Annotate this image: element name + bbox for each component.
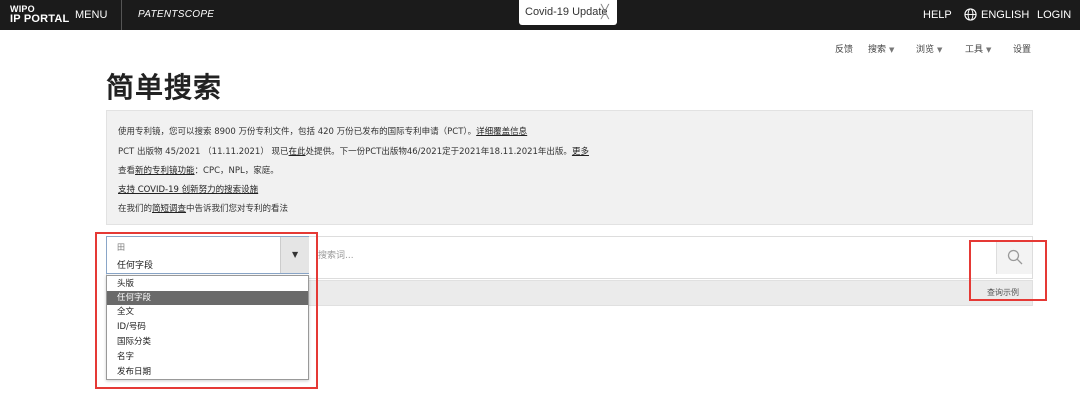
login-link[interactable]: LOGIN xyxy=(1037,9,1071,21)
info-line-5-rest: 中告诉我们您对专利的看法 xyxy=(186,204,289,214)
page-title: 简单搜索 xyxy=(106,71,223,104)
covid-search-link[interactable]: 支持 COVID-19 创新努力的搜索设施 xyxy=(118,185,258,195)
language-selector[interactable]: ENGLISH xyxy=(981,9,1029,21)
nav-browse[interactable]: 浏览 ▼ xyxy=(916,42,942,55)
logo-line-2: IP PORTAL xyxy=(10,13,70,25)
covid-update-label[interactable]: Covid-19 Update xyxy=(525,6,608,18)
here-link[interactable]: 在此 xyxy=(289,147,306,157)
info-line-4: 支持 COVID-19 创新努力的搜索设施 xyxy=(118,183,258,195)
nav-tools-label: 工具 xyxy=(965,45,984,55)
annotation-box-field xyxy=(95,232,318,389)
nav-search[interactable]: 搜索 ▼ xyxy=(868,42,894,55)
chevron-down-icon: ▼ xyxy=(986,46,992,54)
survey-link[interactable]: 简短调查 xyxy=(152,204,186,214)
chevron-down-icon: ▼ xyxy=(889,46,895,54)
annotation-box-search xyxy=(969,240,1047,301)
globe-icon[interactable] xyxy=(964,8,977,21)
info-line-1-text: 使用专利镜，您可以搜索 8900 万份专利文件，包括 420 万份已发布的国际专… xyxy=(118,127,477,137)
new-features-link[interactable]: 新的专利镜功能 xyxy=(135,166,195,176)
patentscope-brand[interactable]: PATENTSCOPE xyxy=(138,9,214,20)
info-line-3: 查看新的专利镜功能：CPC，NPL，家庭。 xyxy=(118,164,279,176)
top-bar: WIPO IP PORTAL MENU PATENTSCOPE Covid-19… xyxy=(0,0,1080,30)
topbar-divider xyxy=(121,0,122,30)
chevron-down-icon: ▼ xyxy=(937,46,943,54)
info-panel: 使用专利镜，您可以搜索 8900 万份专利文件，包括 420 万份已发布的国际专… xyxy=(106,110,1033,225)
close-icon[interactable]: ╳ xyxy=(601,4,609,20)
info-line-2: PCT 出版物 45/2021 （11.11.2021） 现已在此处提供。下一份… xyxy=(118,145,589,157)
covid-update-tab[interactable]: Covid-19 Update ╳ xyxy=(519,0,617,25)
nav-search-label: 搜索 xyxy=(868,45,887,55)
search-input[interactable] xyxy=(318,246,958,266)
info-line-2-text: PCT 出版物 45/2021 （11.11.2021） 现已 xyxy=(118,147,289,157)
wipo-logo[interactable]: WIPO IP PORTAL xyxy=(10,5,69,25)
info-line-3-rest: ：CPC，NPL，家庭。 xyxy=(194,166,279,176)
nav-browse-label: 浏览 xyxy=(916,45,935,55)
more-link[interactable]: 更多 xyxy=(572,147,589,157)
nav-feedback[interactable]: 反馈 xyxy=(835,42,853,55)
info-line-5: 在我们的简短调查中告诉我们您对专利的看法 xyxy=(118,202,288,214)
menu-button[interactable]: MENU xyxy=(75,9,107,21)
help-link[interactable]: HELP xyxy=(923,9,952,21)
info-line-1: 使用专利镜，您可以搜索 8900 万份专利文件，包括 420 万份已发布的国际专… xyxy=(118,125,527,137)
nav-settings[interactable]: 设置 xyxy=(1013,42,1031,55)
info-line-3-text: 查看 xyxy=(118,166,136,176)
info-line-5-text: 在我们的 xyxy=(118,204,153,214)
info-line-2-rest: 处提供。下一份PCT出版物46/2021定于2021年18.11.2021年出版… xyxy=(305,147,572,157)
nav-tools[interactable]: 工具 ▼ xyxy=(965,42,991,55)
coverage-link[interactable]: 详细覆盖信息 xyxy=(476,127,527,137)
